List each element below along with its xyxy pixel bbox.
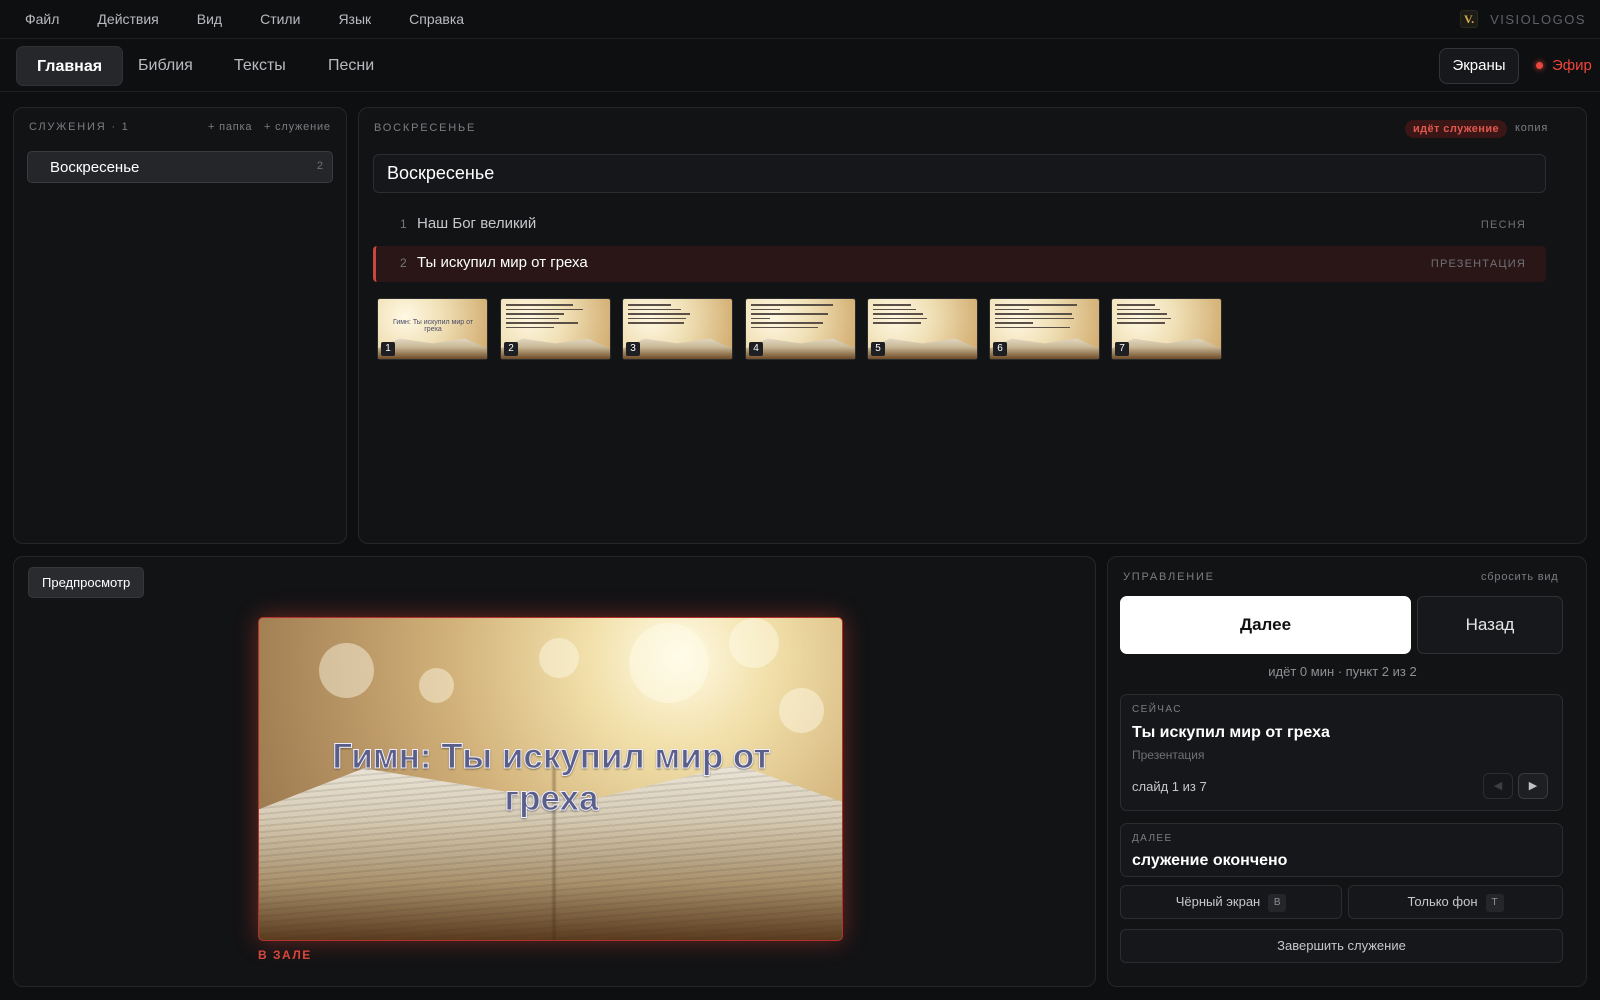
slide-number: 2 <box>504 342 518 356</box>
slide-text-lines <box>506 304 602 331</box>
menu-styles[interactable]: Стили <box>260 11 300 27</box>
service-item-row-active[interactable]: 2 Ты искупил мир от греха ПРЕЗЕНТАЦИЯ <box>373 246 1546 282</box>
service-item-count: 2 <box>316 160 323 172</box>
now-title: Ты искупил мир от греха <box>1132 724 1330 741</box>
add-service-button[interactable]: + служение <box>264 121 331 133</box>
copy-button[interactable]: копия <box>1515 122 1548 134</box>
brand: V. VISIOLOGOS <box>1460 10 1586 28</box>
tab-bible[interactable]: Библия <box>118 46 213 86</box>
shortcut-key: T <box>1485 893 1504 912</box>
slide-text-lines <box>628 304 724 327</box>
menu-language[interactable]: Язык <box>338 11 371 27</box>
service-title-input[interactable]: Воскресенье <box>373 154 1546 193</box>
control-panel: УПРАВЛЕНИЕ сбросить вид Далее Назад идёт… <box>1107 556 1587 987</box>
background-only-button[interactable]: Только фон T <box>1348 885 1563 919</box>
upcoming-title: служение окончено <box>1132 852 1288 869</box>
black-screen-label: Чёрный экран <box>1175 894 1261 909</box>
upcoming-caption: ДАЛЕЕ <box>1132 833 1173 844</box>
now-playing-box: СЕЙЧАС Ты искупил мир от греха Презентац… <box>1120 694 1563 811</box>
item-name: Ты искупил мир от греха <box>417 254 588 271</box>
service-item-row[interactable]: 1 Наш Бог великий ПЕСНЯ <box>373 207 1546 243</box>
black-screen-button[interactable]: Чёрный экран B <box>1120 885 1342 919</box>
thumb-title: Гимн: Ты искупил мир от греха <box>392 319 474 333</box>
menu-help[interactable]: Справка <box>409 11 464 27</box>
control-caption: УПРАВЛЕНИЕ <box>1123 571 1215 583</box>
menu-actions[interactable]: Действия <box>97 11 158 27</box>
bokeh-light <box>419 668 454 703</box>
background-only-label: Только фон <box>1407 894 1478 909</box>
next-button[interactable]: Далее <box>1120 596 1411 654</box>
item-kind: ПРЕЗЕНТАЦИЯ <box>1430 258 1526 270</box>
service-caption: ВОСКРЕСЕНЬЕ <box>374 122 477 134</box>
tab-songs[interactable]: Песни <box>308 46 394 86</box>
preview-label[interactable]: Предпросмотр <box>28 567 145 598</box>
item-kind: ПЕСНЯ <box>1480 219 1526 231</box>
slide-text-lines <box>873 304 969 327</box>
shortcut-key: B <box>1268 893 1287 912</box>
item-name: Наш Бог великий <box>417 215 537 232</box>
menu-file[interactable]: Файл <box>25 11 59 27</box>
tab-home[interactable]: Главная <box>16 46 124 86</box>
service-name: Воскресенье <box>50 159 140 176</box>
item-number: 1 <box>400 217 407 231</box>
item-number: 2 <box>400 256 407 270</box>
screens-button[interactable]: Экраны <box>1439 48 1519 84</box>
service-status: идёт 0 мин · пункт 2 из 2 <box>1268 664 1417 679</box>
bokeh-light <box>729 618 779 668</box>
output-location-label: В ЗАЛЕ <box>258 948 312 962</box>
live-stage-preview: Гимн: Ты искупил мир от греха <box>258 617 843 941</box>
services-caption: СЛУЖЕНИЯ · 1 <box>29 121 130 133</box>
menu-view[interactable]: Вид <box>197 11 222 27</box>
bokeh-light <box>539 638 579 678</box>
bokeh-light <box>779 688 824 733</box>
add-folder-button[interactable]: + папка <box>208 121 252 133</box>
tab-texts[interactable]: Тексты <box>214 46 306 86</box>
now-type: Презентация <box>1132 748 1205 762</box>
slide-thumbnail[interactable]: Гимн: Ты искупил мир от греха 1 <box>377 298 488 360</box>
service-detail-panel: ВОСКРЕСЕНЬЕ идёт служение копия Воскресе… <box>358 107 1587 544</box>
slide-number: 3 <box>626 342 640 356</box>
slide-number: 4 <box>749 342 763 356</box>
service-list-item[interactable]: Воскресенье 2 <box>27 151 333 183</box>
logo-icon: V. <box>1460 10 1479 28</box>
slide-number: 6 <box>993 342 1007 356</box>
bokeh-light <box>629 623 709 703</box>
reset-view-button[interactable]: сбросить вид <box>1481 571 1559 583</box>
brand-name: VISIOLOGOS <box>1490 11 1586 27</box>
bokeh-light <box>319 643 374 698</box>
end-service-button[interactable]: Завершить служение <box>1120 929 1563 963</box>
slide-number: 1 <box>381 342 395 356</box>
next-slide-icon[interactable]: ▶ <box>1518 773 1548 799</box>
slide-text-lines <box>751 304 847 331</box>
live-slide-title: Гимн: Ты искупил мир от греха <box>332 737 771 819</box>
slide-thumbnail[interactable]: 3 <box>622 298 733 360</box>
slide-thumbnail[interactable]: 4 <box>745 298 856 360</box>
now-caption: СЕЙЧАС <box>1132 704 1182 715</box>
slide-number: 7 <box>1115 342 1129 356</box>
up-next-box: ДАЛЕЕ служение окончено <box>1120 823 1563 877</box>
preview-panel: Предпросмотр Гимн: Ты искупил мир от гре… <box>13 556 1096 987</box>
live-dot-icon <box>1536 62 1543 69</box>
slide-text-lines <box>995 304 1091 331</box>
slide-thumbnail[interactable]: 5 <box>867 298 978 360</box>
nav-bar: Главная Библия Тексты Песни Экраны Эфир <box>0 39 1600 92</box>
now-slide-counter: слайд 1 из 7 <box>1132 779 1207 794</box>
onair-label: Эфир <box>1552 57 1592 74</box>
slide-text-lines <box>1117 304 1213 327</box>
slide-thumbnail[interactable]: 7 <box>1111 298 1222 360</box>
menu-bar: Файл Действия Вид Стили Язык Справка V. … <box>0 0 1600 39</box>
slide-thumbnail[interactable]: 2 <box>500 298 611 360</box>
slide-thumbnail[interactable]: 6 <box>989 298 1100 360</box>
back-button[interactable]: Назад <box>1417 596 1563 654</box>
slide-number: 5 <box>871 342 885 356</box>
onair-button[interactable]: Эфир <box>1536 57 1592 74</box>
services-panel: СЛУЖЕНИЯ · 1 + папка + служение Воскресе… <box>13 107 347 544</box>
live-status-badge: идёт служение <box>1405 120 1508 138</box>
prev-slide-icon[interactable]: ◀ <box>1483 773 1513 799</box>
